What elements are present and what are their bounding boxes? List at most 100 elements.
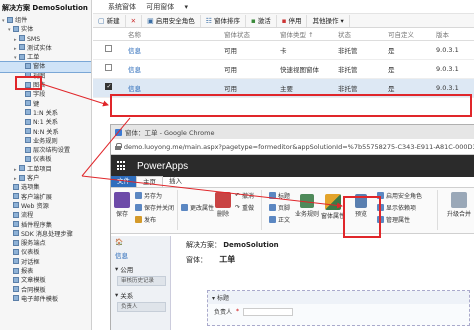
preview-button[interactable]: 预览 <box>355 194 367 218</box>
tree-item[interactable]: 服务端点 <box>0 239 91 248</box>
enable-security-roles-button[interactable]: ▣ 启用安全角色 <box>142 14 201 27</box>
new-button[interactable]: ▢ 新建 <box>93 14 126 27</box>
tree-item[interactable]: 客户端扩展 <box>0 193 91 202</box>
tree-item[interactable]: 插件程序集 <box>0 221 91 230</box>
tree-item[interactable]: 仪表板 <box>0 155 91 164</box>
tree-item[interactable]: 层次结构设置 <box>0 146 91 155</box>
url-text[interactable]: demo.luoyong.me/main.aspx?pagetype=forme… <box>124 143 474 151</box>
managed-properties-button[interactable]: 管理属性 <box>377 215 410 224</box>
tree-item[interactable]: 流程 <box>0 211 91 220</box>
upgrade-merge-button[interactable]: 升级合并 <box>447 192 471 218</box>
show-dependencies-button[interactable]: 显示依赖项 <box>377 203 416 212</box>
tree-item[interactable]: 窗体 <box>0 61 91 73</box>
cell-name[interactable]: 信息 <box>125 59 221 79</box>
address-bar[interactable]: demo.luoyong.me/main.aspx?pagetype=forme… <box>111 139 474 155</box>
enable-security-button-ribbon[interactable]: 启用安全角色 <box>377 191 422 200</box>
tree-node-icon <box>13 286 19 293</box>
tree-item[interactable]: 字段 <box>0 90 91 99</box>
activate-button[interactable]: ▪ 激活 <box>246 14 277 27</box>
cell-status: 可用 <box>221 78 277 98</box>
tab-insert[interactable]: 插入 <box>163 176 188 187</box>
tree-item[interactable]: 1:N 关系 <box>0 109 91 118</box>
col-customizable[interactable]: 可自定义 <box>385 28 433 41</box>
tree-item[interactable]: ▾ 实体 <box>0 25 91 34</box>
col-version[interactable]: 版本 <box>433 28 474 41</box>
audit-history-item[interactable]: 审核历史记录 <box>117 276 166 286</box>
tree-item[interactable]: 电子邮件模板 <box>0 295 91 304</box>
tree-item[interactable]: 视图 <box>0 72 91 81</box>
tree-item[interactable]: ▾ 组件 <box>0 16 91 25</box>
tree-item[interactable]: 对话框 <box>0 258 91 267</box>
owner-field-input[interactable] <box>243 307 294 316</box>
tree-item[interactable]: 业务规则 <box>0 137 91 146</box>
col-state[interactable]: 状态 <box>335 28 385 41</box>
header-section[interactable]: ▾ 标题 负责人 * <box>207 290 470 326</box>
table-row[interactable]: 信息可用主要非托管是9.0.3.1 <box>93 78 474 98</box>
table-row[interactable]: 信息 可用卡非托管是 9.0.3.1 <box>93 40 474 60</box>
cell-name[interactable]: 信息 <box>125 78 221 98</box>
tree-item[interactable]: N:N 关系 <box>0 128 91 137</box>
redo-button[interactable]: ↷ 重做 <box>235 203 254 212</box>
form-order-button[interactable]: ☷ 窗体排序 <box>201 14 246 27</box>
header-button[interactable]: 标题 <box>269 191 290 200</box>
tab-home[interactable]: 主页 <box>136 176 163 187</box>
deactivate-button[interactable]: ▪ 停用 <box>277 14 308 27</box>
tree-item[interactable]: ▸ 客户 <box>0 174 91 183</box>
tab-file[interactable]: 文件 <box>111 176 136 187</box>
undo-button[interactable]: ↶ 撤消 <box>235 191 254 200</box>
tree-item[interactable]: 文章模板 <box>0 276 91 285</box>
cell-name[interactable]: 信息 <box>125 40 221 60</box>
save-as-button[interactable]: 另存为 <box>135 191 162 200</box>
nav-home-item[interactable]: 🏠 <box>111 236 170 248</box>
row-checkbox[interactable] <box>105 83 112 90</box>
save-close-button[interactable]: 保存并关闭 <box>135 203 174 212</box>
properties-icon <box>181 204 188 211</box>
tree-node-icon <box>19 174 25 181</box>
tree-item-label: 合同模板 <box>21 286 46 294</box>
publish-button[interactable]: 发布 <box>135 215 156 224</box>
body-button[interactable]: 正文 <box>269 215 290 224</box>
tree-item[interactable]: Web 资源 <box>0 202 91 211</box>
tree-item[interactable]: ▾ 工单 <box>0 53 91 62</box>
tree-item[interactable]: 仪表板 <box>0 248 91 257</box>
business-rules-button[interactable]: 业务规则 <box>295 194 319 218</box>
tree-node-icon <box>13 193 19 200</box>
delete-button-ribbon[interactable]: 删除 <box>215 192 231 218</box>
tree-item-label: SDK 消息处理步骤 <box>21 230 73 238</box>
lock-icon <box>115 143 122 150</box>
form-properties-button[interactable]: 窗体属性 <box>321 194 345 220</box>
app-launcher-icon[interactable] <box>117 161 127 171</box>
footer-button[interactable]: 页脚 <box>269 203 290 212</box>
row-checkbox[interactable] <box>105 45 112 52</box>
delete-button[interactable]: ✕ <box>126 14 143 27</box>
undo-icon: ↶ <box>235 192 241 199</box>
tree-item[interactable]: ▸ 工单项目 <box>0 165 91 174</box>
tree-node-icon <box>13 202 19 209</box>
tree-item[interactable]: 合同模板 <box>0 286 91 295</box>
tree-item[interactable]: 选项集 <box>0 183 91 192</box>
tree-item[interactable]: N:1 关系 <box>0 118 91 127</box>
col-form-type[interactable]: 窗体类型 ↑ <box>277 28 335 41</box>
chevron-down-icon: ▾ <box>115 265 119 273</box>
select-all-header[interactable] <box>93 28 125 41</box>
row-checkbox[interactable] <box>105 64 112 71</box>
tree-item-label: 工单 <box>27 54 40 62</box>
save-button[interactable]: 保存 <box>114 192 130 218</box>
tree-item[interactable]: ▸ 测试实体 <box>0 44 91 53</box>
col-name[interactable]: 名称 <box>125 28 221 41</box>
tree-item[interactable]: ▸ SMS <box>0 35 91 44</box>
nav-info-item[interactable]: 信息 <box>111 248 170 262</box>
change-properties-button[interactable]: 更改属性 <box>181 203 214 212</box>
tree-item[interactable]: 报表 <box>0 267 91 276</box>
solution-line: 解决方案： DemoSolution <box>186 241 279 249</box>
col-form-status[interactable]: 窗体状态 <box>221 28 277 41</box>
owner-field[interactable]: 负责人 * <box>208 304 469 319</box>
owner-related-item[interactable]: 负责人 <box>117 302 166 312</box>
chrome-titlebar: 窗体：工单 - Google Chrome <box>111 125 474 139</box>
table-row[interactable]: 信息 可用 快速视图窗体 非托管是 9.0.3.1 <box>93 59 474 79</box>
tree-item[interactable]: 图表 <box>0 81 91 90</box>
tree-item[interactable]: SDK 消息处理步骤 <box>0 230 91 239</box>
breadcrumb-view-selector[interactable]: 可用窗体 ▾ <box>146 3 196 11</box>
more-actions-button[interactable]: 其他操作 ▾ <box>307 14 350 27</box>
tree-item[interactable]: 键 <box>0 100 91 109</box>
